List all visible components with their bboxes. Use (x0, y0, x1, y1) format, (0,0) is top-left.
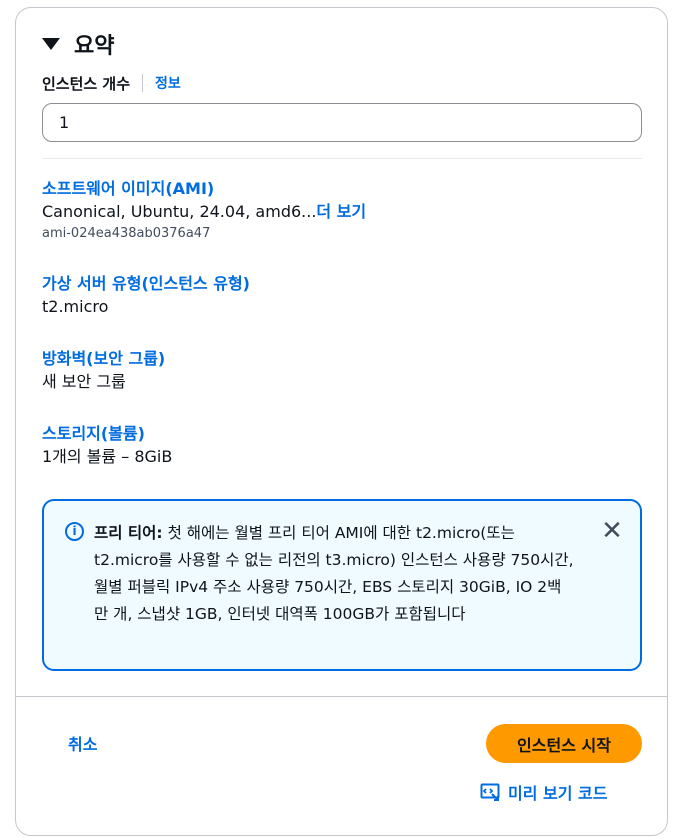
launch-instance-button[interactable]: 인스턴스 시작 (486, 724, 642, 763)
free-tier-alert-text: 프리 티어: 첫 해에는 월별 프리 티어 AMI에 대한 t2.micro(또… (94, 520, 574, 628)
ami-title-link[interactable]: 소프트웨어 이미지(AMI) (42, 178, 366, 200)
footer-divider (16, 696, 667, 697)
instance-count-input[interactable] (42, 103, 642, 142)
ami-id: ami-024ea438ab0376a47 (42, 226, 211, 241)
instance-type-value: t2.micro (42, 297, 109, 316)
preview-code-link[interactable]: 미리 보기 코드 (480, 779, 607, 805)
instance-count-info-link[interactable]: 정보 (155, 73, 181, 93)
close-icon[interactable]: ✕ (600, 518, 624, 544)
ami-name: Canonical, Ubuntu, 24.04, amd6... (42, 202, 317, 221)
firewall-value: 새 보안 그룹 (42, 372, 126, 391)
free-tier-alert: i 프리 티어: 첫 해에는 월별 프리 티어 AMI에 대한 t2.micro… (42, 499, 642, 671)
summary-title: 요약 (74, 34, 115, 59)
firewall-section: 방화벽(보안 그룹) 새 보안 그룹 (42, 348, 165, 394)
summary-panel: 요약 인스턴스 개수 정보 소프트웨어 이미지(AMI) Canonical, … (15, 7, 668, 836)
info-separator (142, 74, 144, 92)
free-tier-body: 첫 해에는 월별 프리 티어 AMI에 대한 t2.micro(또는 t2.mi… (94, 524, 574, 623)
instance-type-section: 가상 서버 유형(인스턴스 유형) t2.micro (42, 273, 250, 319)
cancel-button[interactable]: 취소 (56, 728, 109, 758)
ami-section: 소프트웨어 이미지(AMI) Canonical, Ubuntu, 24.04,… (42, 178, 366, 244)
preview-code-icon (480, 783, 500, 801)
instance-count-label: 인스턴스 개수 (42, 74, 131, 93)
summary-header[interactable]: 요약 (42, 30, 115, 59)
storage-value: 1개의 볼륨 – 8GiB (42, 447, 173, 466)
storage-title-link[interactable]: 스토리지(볼륨) (42, 423, 172, 445)
instance-type-title-link[interactable]: 가상 서버 유형(인스턴스 유형) (42, 273, 250, 295)
instance-count-label-row: 인스턴스 개수 정보 (42, 72, 181, 94)
caret-down-icon[interactable] (42, 38, 60, 50)
ami-value: Canonical, Ubuntu, 24.04, amd6...더 보기 (42, 200, 366, 224)
firewall-title-link[interactable]: 방화벽(보안 그룹) (42, 348, 165, 370)
info-icon: i (65, 522, 84, 541)
ami-more-link[interactable]: 더 보기 (316, 202, 366, 221)
storage-section: 스토리지(볼륨) 1개의 볼륨 – 8GiB (42, 423, 172, 469)
divider (42, 158, 642, 159)
free-tier-heading: 프리 티어: (94, 524, 163, 542)
preview-code-label: 미리 보기 코드 (508, 784, 608, 803)
